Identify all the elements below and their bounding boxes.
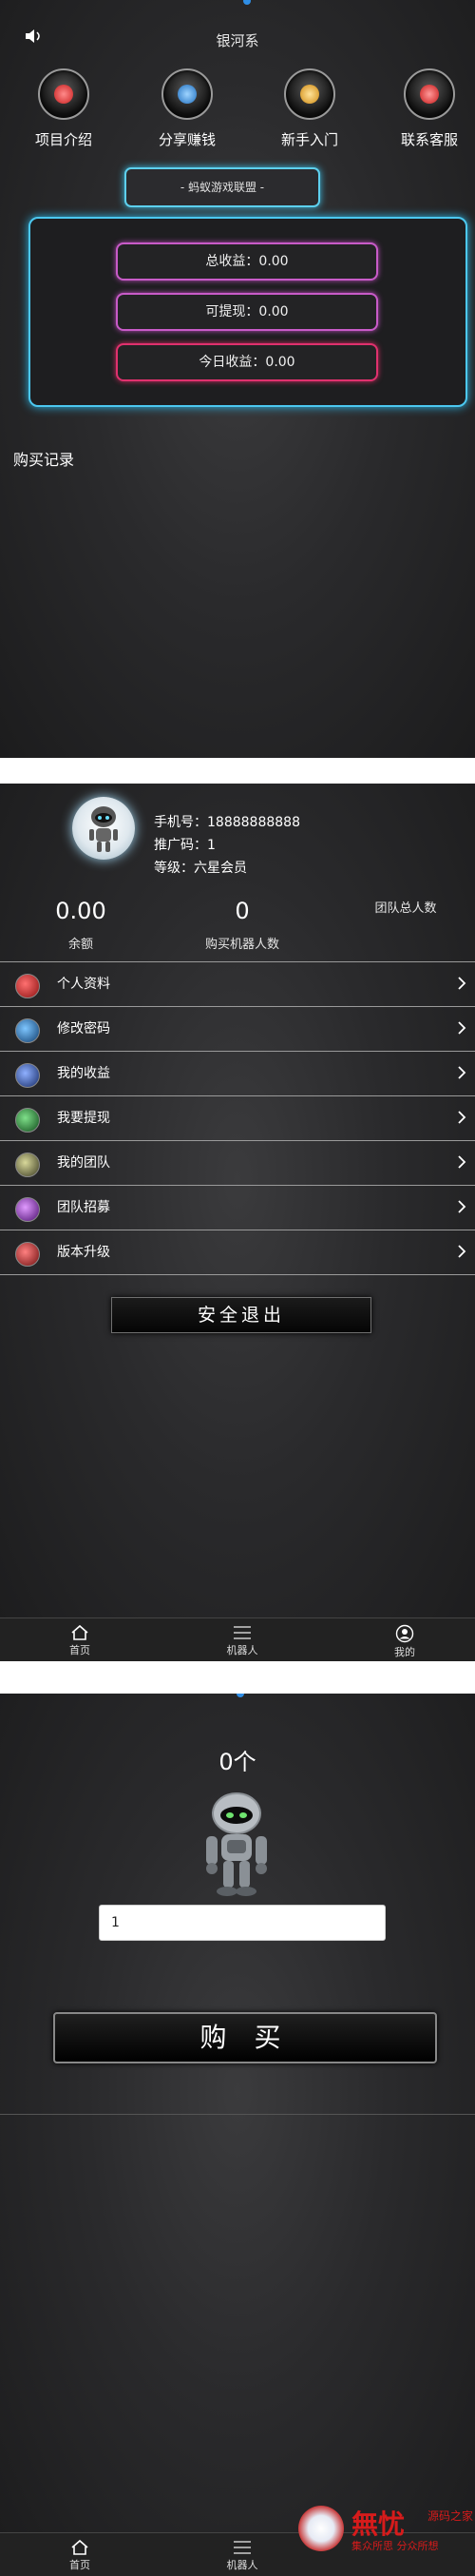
menu-item-label: 我要提现 (57, 1111, 110, 1126)
menu-item-change-password[interactable]: 修改密码 (0, 1006, 475, 1051)
profile-menu: 个人资料 修改密码 我的收益 我要提现 我的团队 团队招募 版本升级 (0, 961, 475, 1275)
menu-item-personal-info[interactable]: 个人资料 (0, 961, 475, 1006)
share-earn-icon (162, 68, 213, 120)
menu-lines-icon (234, 1626, 251, 1639)
earnings-panel: 总收益：0.00 可提现：0.00 今日收益：0.00 (28, 217, 467, 407)
robot-image (206, 1792, 267, 1896)
chevron-right-icon (458, 1200, 466, 1213)
project-intro-icon (38, 68, 89, 120)
feature-label: 分享赚钱 (158, 131, 216, 148)
robot-count: 0个 (218, 1749, 256, 1775)
top-indicator-dot (237, 1694, 244, 1697)
menu-lines-icon (234, 2541, 251, 2554)
purchase-records-title: 购买记录 (13, 451, 75, 469)
team-total-label: 团队总人数 (374, 901, 437, 916)
watermark-logo-text: 無忧 (352, 2508, 406, 2540)
tab-label: 我的 (394, 1646, 415, 1658)
chevron-right-icon (458, 1155, 466, 1169)
user-icon (395, 1624, 414, 1643)
my-income-icon (15, 1063, 40, 1088)
balance-label: 余额 (67, 938, 93, 952)
tab-label: 首页 (69, 2559, 90, 2571)
menu-item-withdraw[interactable]: 我要提现 (0, 1095, 475, 1140)
change-password-icon (15, 1018, 40, 1043)
bottom-tab-bar: 首页 机器人 我的 (0, 1617, 475, 1661)
tab-robot[interactable]: 机器人 (195, 2533, 290, 2572)
tab-home[interactable]: 首页 (32, 2533, 127, 2572)
chevron-right-icon (458, 977, 466, 990)
menu-item-label: 版本升级 (57, 1245, 110, 1260)
feature-customer-service[interactable]: 联系客服 (377, 68, 475, 149)
top-indicator-dot (243, 0, 251, 5)
buy-button[interactable]: 购 买 (53, 2012, 437, 2063)
tab-label: 首页 (69, 1644, 90, 1656)
menu-item-my-income[interactable]: 我的收益 (0, 1051, 475, 1095)
alliance-banner[interactable]: - 蚂蚁游戏联盟 - (124, 167, 320, 207)
robots-count-value: 0 (235, 898, 250, 924)
quantity-input[interactable] (99, 1905, 386, 1941)
page-title: 银河系 (216, 32, 259, 49)
feature-project-intro[interactable]: 项目介绍 (11, 68, 116, 149)
feature-share-earn[interactable]: 分享赚钱 (135, 68, 239, 149)
feature-label: 新手入门 (280, 131, 338, 148)
member-level: 等级：六星会员 (154, 861, 247, 876)
site-watermark: 無忧 源码之家 集众所思 分众所想 (294, 2502, 475, 2559)
divider (0, 2114, 475, 2115)
customer-service-icon (404, 68, 455, 120)
menu-item-label: 我的收益 (57, 1066, 110, 1081)
chevron-right-icon (458, 1245, 466, 1258)
watermark-logo-icon (298, 2506, 344, 2551)
menu-item-version-upgrade[interactable]: 版本升级 (0, 1230, 475, 1275)
watermark-site-name: 源码之家 (428, 2509, 474, 2523)
team-recruit-icon (15, 1197, 40, 1222)
feature-label: 项目介绍 (34, 131, 92, 148)
home-icon (71, 2539, 88, 2555)
avatar[interactable] (72, 797, 135, 860)
logout-button[interactable]: 安全退出 (111, 1297, 371, 1333)
chevron-right-icon (458, 1021, 466, 1035)
profile-screen: 手机号：18888888888 推广码：1 等级：六星会员 0.00 余额 0 … (0, 784, 475, 1661)
robots-count-label: 购买机器人数 (204, 938, 279, 952)
phone-number: 手机号：18888888888 (154, 815, 300, 830)
feature-label: 联系客服 (400, 131, 458, 148)
tab-home[interactable]: 首页 (32, 1618, 127, 1657)
robot-avatar-icon (89, 806, 118, 852)
buy-robot-screen: 0个 购 买 首页 机器人 無忧 源码之家 集众所思 分众所想 (0, 1694, 475, 2576)
tab-mine[interactable]: 我的 (357, 1618, 452, 1659)
version-upgrade-icon (15, 1242, 40, 1267)
promo-code: 推广码：1 (154, 838, 216, 853)
balance-value: 0.00 (55, 898, 106, 924)
menu-item-label: 修改密码 (57, 1021, 110, 1036)
personal-info-icon (15, 974, 40, 998)
total-income: 总收益：0.00 (116, 242, 378, 281)
home-icon (71, 1624, 88, 1640)
chevron-right-icon (458, 1111, 466, 1124)
withdrawable-amount: 可提现：0.00 (116, 293, 378, 331)
menu-item-label: 我的团队 (57, 1155, 110, 1171)
menu-item-label: 团队招募 (57, 1200, 110, 1215)
menu-item-my-team[interactable]: 我的团队 (0, 1140, 475, 1185)
watermark-slogan: 集众所思 分众所想 (352, 2540, 439, 2552)
withdraw-icon (15, 1108, 40, 1133)
menu-item-label: 个人资料 (57, 977, 110, 992)
home-screen: 银河系 项目介绍 分享赚钱 新手入门 联系客服 - 蚂蚁游戏联盟 - 总收益：0… (0, 0, 475, 758)
chevron-right-icon (458, 1066, 466, 1079)
beginner-guide-icon (284, 68, 335, 120)
tab-label: 机器人 (226, 1644, 258, 1656)
tab-label: 机器人 (226, 2559, 258, 2571)
today-income: 今日收益：0.00 (116, 343, 378, 381)
tab-robot[interactable]: 机器人 (195, 1618, 290, 1657)
feature-beginner-guide[interactable]: 新手入门 (257, 68, 362, 149)
my-team-icon (15, 1152, 40, 1177)
menu-item-team-recruit[interactable]: 团队招募 (0, 1185, 475, 1230)
